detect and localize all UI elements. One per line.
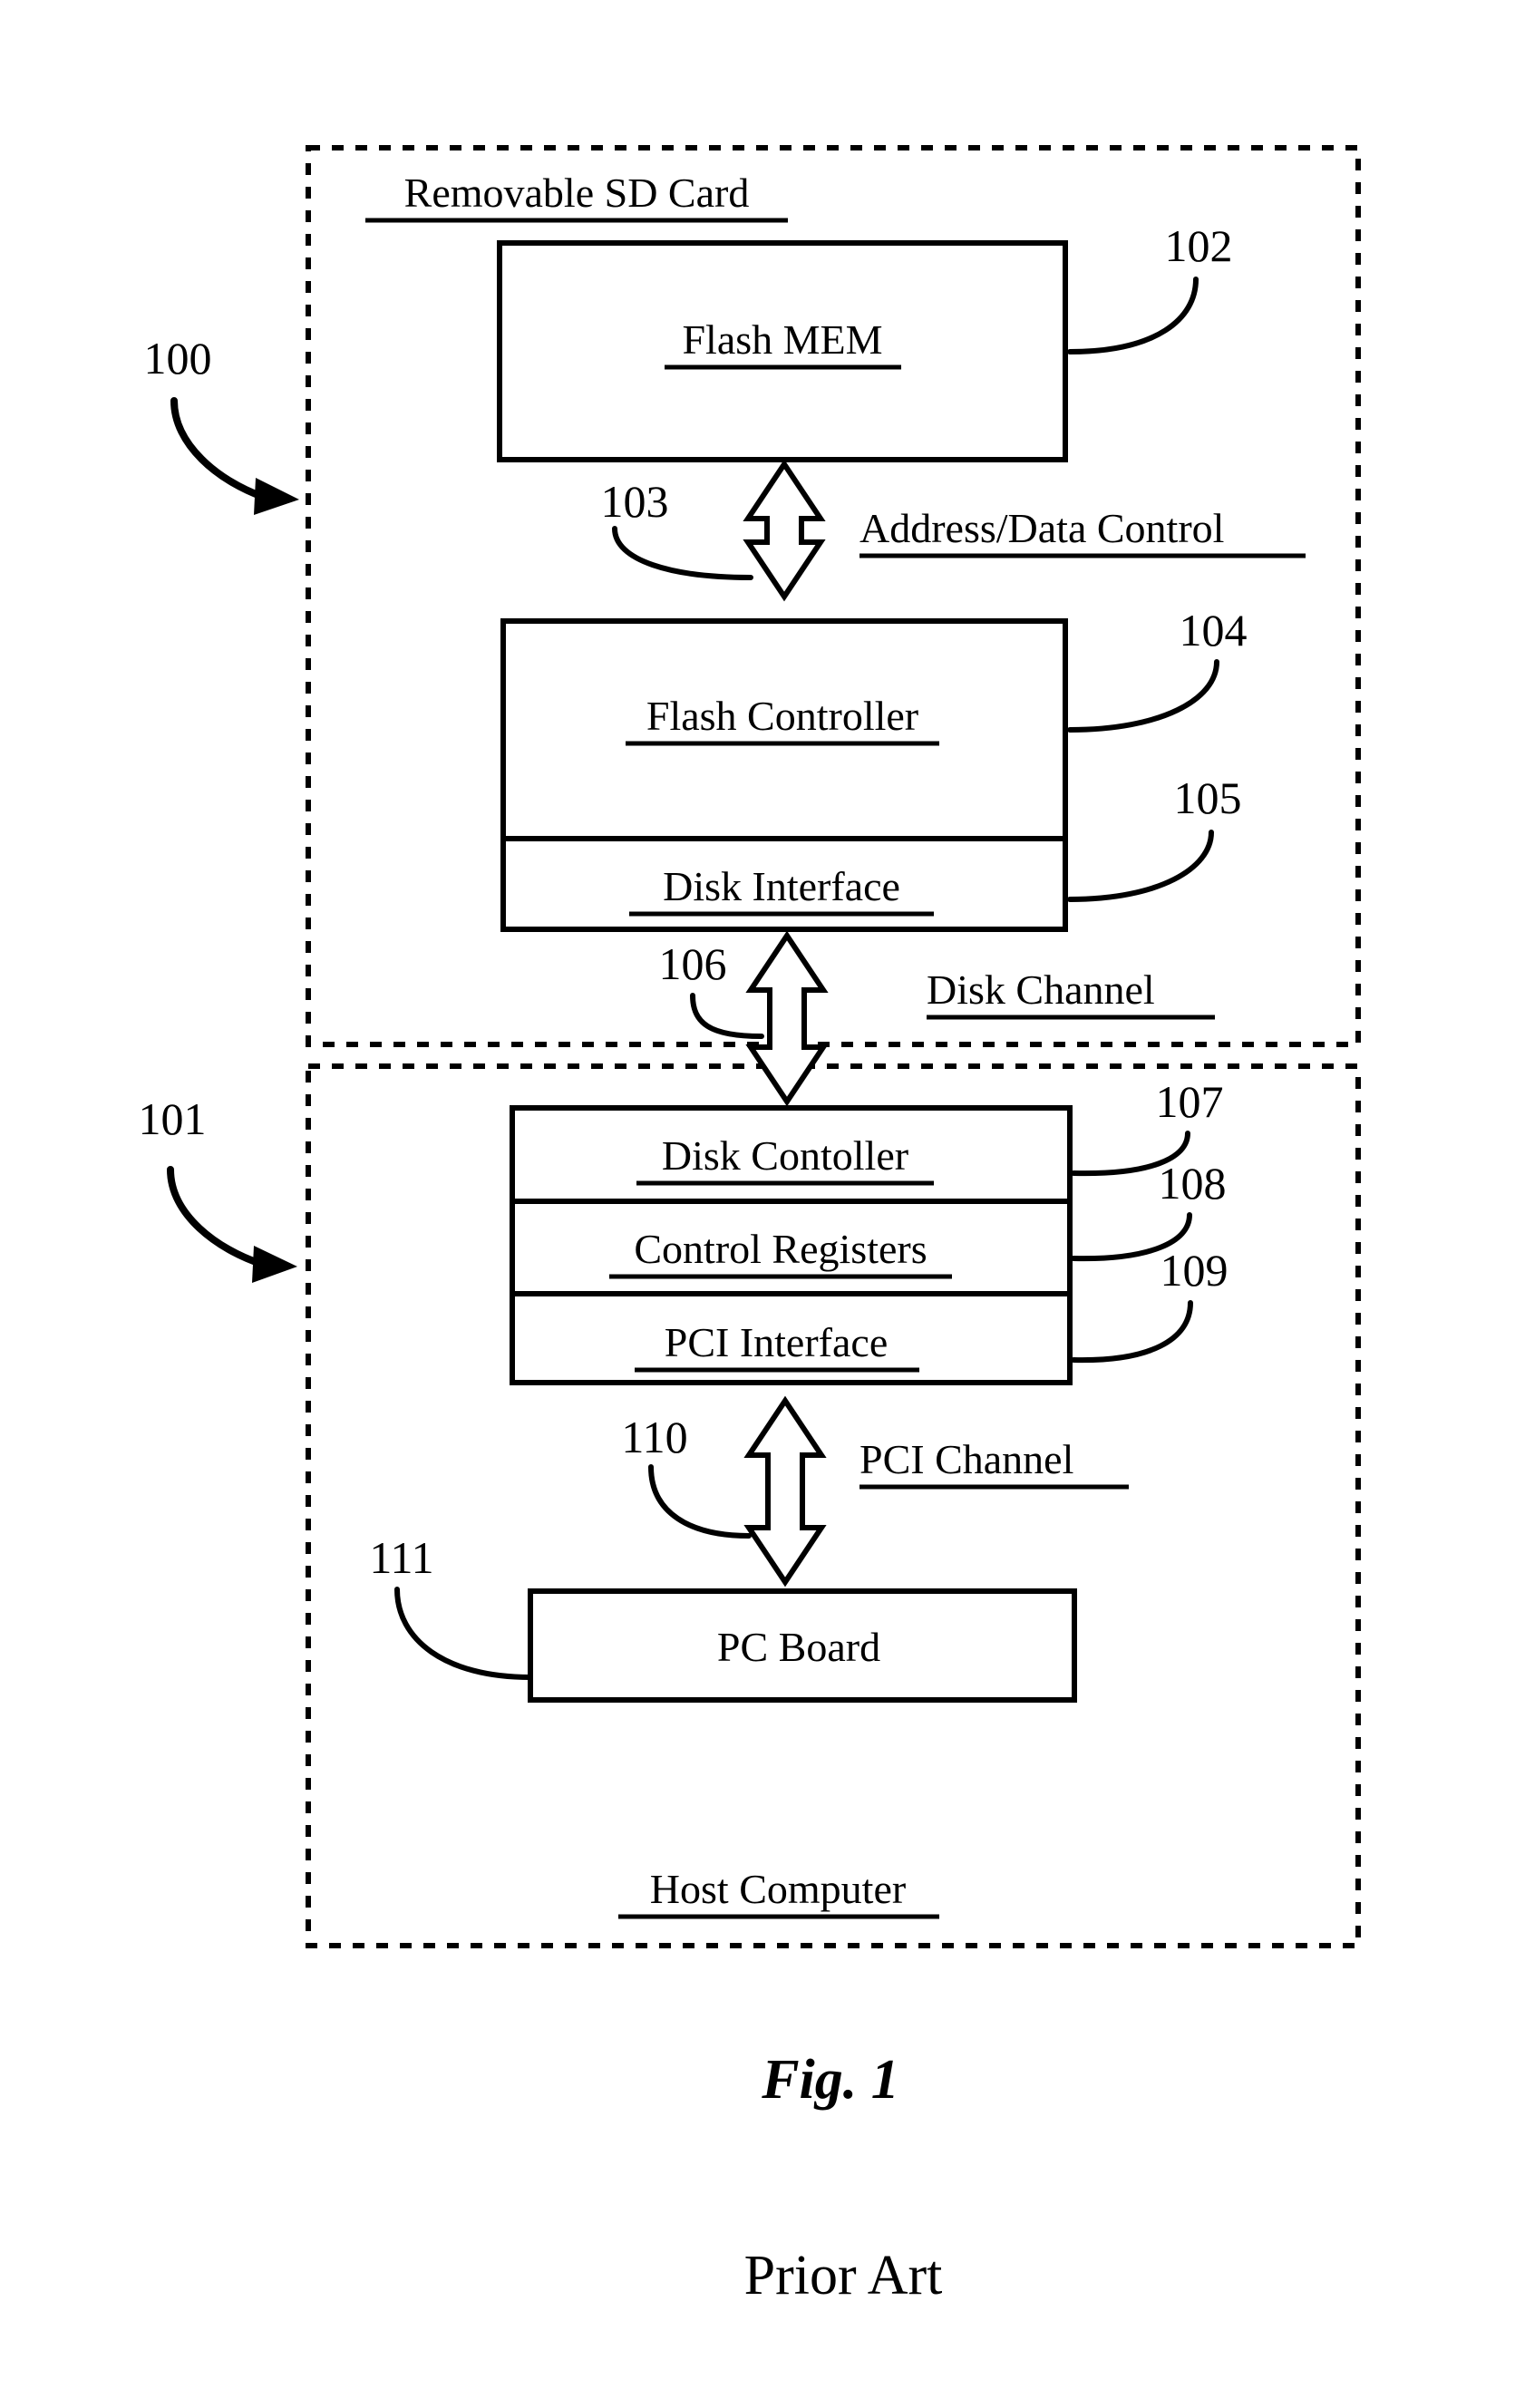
container-removable-sd-card [306, 145, 1361, 1047]
leader-100-arrowhead [254, 478, 299, 515]
block-label-control-registers: Control Registers [634, 1226, 927, 1272]
ref-number-103: 103 [601, 476, 669, 527]
container-label-host-computer: Host Computer [650, 1866, 906, 1912]
ref-number-106: 106 [659, 938, 727, 989]
leader-101-arrowhead [252, 1246, 297, 1283]
channel-label-address-data-control: Address/Data Control [859, 505, 1224, 551]
leader-111 [394, 1587, 533, 1680]
arrow-address-data-control [743, 459, 826, 602]
leader-103 [612, 526, 753, 580]
ref-number-109: 109 [1161, 1245, 1229, 1296]
ref-number-105: 105 [1174, 772, 1242, 823]
block-label-pc-board: PC Board [717, 1624, 880, 1670]
leader-109 [1071, 1300, 1193, 1364]
leader-100 [170, 397, 267, 500]
channel-label-pci-channel: PCI Channel [859, 1436, 1073, 1482]
leader-101 [167, 1166, 265, 1267]
leader-105 [1067, 830, 1214, 902]
figure-1-diagram: Removable SD Card Host Computer Flash ME… [139, 145, 1361, 2306]
patent-figure: Removable SD Card Host Computer Flash ME… [0, 0, 1515, 2408]
ref-number-102: 102 [1165, 220, 1233, 271]
block-label-flash-mem: Flash MEM [682, 316, 882, 363]
ref-number-110: 110 [621, 1412, 687, 1462]
ref-number-100: 100 [144, 333, 212, 384]
channel-label-disk-channel: Disk Channel [927, 966, 1155, 1013]
block-label-pci-interface: PCI Interface [665, 1319, 889, 1365]
container-label-removable-sd-card: Removable SD Card [404, 170, 750, 216]
arrow-pci-channel [743, 1395, 827, 1588]
figure-caption: Fig. 1 [761, 2049, 899, 2111]
block-label-flash-controller: Flash Controller [646, 693, 918, 739]
arrow-disk-channel [745, 930, 829, 1107]
ref-number-101: 101 [139, 1093, 207, 1144]
ref-number-107: 107 [1156, 1076, 1224, 1127]
block-label-disk-controller: Disk Contoller [662, 1132, 908, 1179]
ref-number-111: 111 [369, 1532, 433, 1583]
ref-number-104: 104 [1180, 605, 1248, 655]
leader-102 [1067, 277, 1199, 354]
prior-art-note: Prior Art [744, 2245, 943, 2306]
ref-number-108: 108 [1159, 1158, 1227, 1209]
leader-106 [690, 993, 764, 1039]
leader-110 [648, 1464, 752, 1539]
leader-104 [1067, 659, 1219, 733]
block-label-disk-interface: Disk Interface [663, 863, 900, 909]
